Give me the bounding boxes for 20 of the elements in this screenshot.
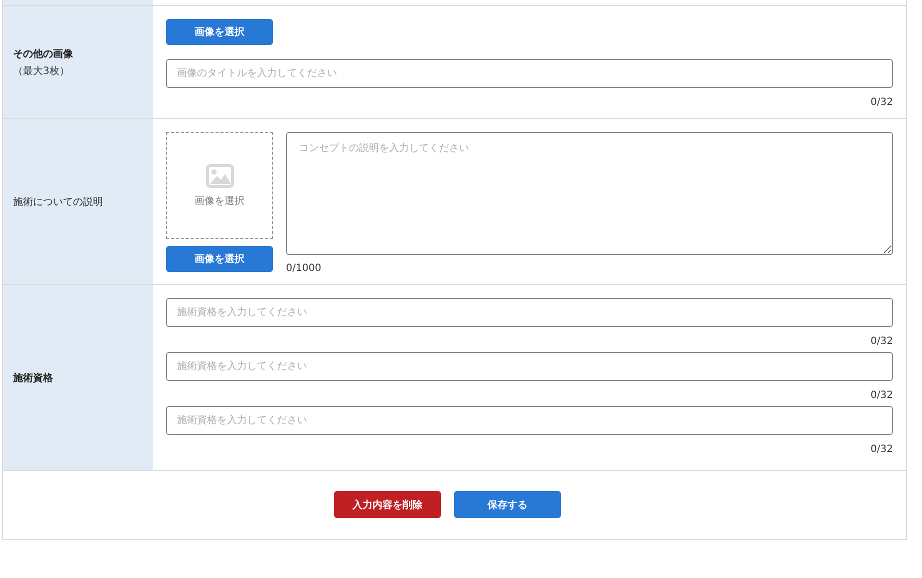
clear-button[interactable]: 入力内容を削除 (334, 491, 441, 518)
save-button[interactable]: 保存する (454, 491, 561, 518)
qualification-field[interactable]: 施術資格を入力してください (166, 352, 893, 381)
row-label: 施術についての説明 (13, 196, 103, 208)
select-image-button[interactable]: 画像を選択 (166, 246, 273, 272)
image-title-field[interactable]: 画像のタイトルを入力してください (166, 59, 893, 88)
qualification-field[interactable]: 施術資格を入力してください (166, 406, 893, 435)
character-counter: 0/32 (870, 444, 893, 455)
description-textarea[interactable]: コンセプトの説明を入力してください (286, 132, 893, 255)
image-dropzone[interactable]: 画像を選択 (166, 132, 273, 239)
row-label: 施術資格 (13, 372, 53, 384)
row-label: その他の画像 (13, 48, 73, 60)
character-counter: 0/32 (870, 390, 893, 401)
character-counter: 0/32 (870, 336, 893, 347)
qualification-field[interactable]: 施術資格を入力してください (166, 298, 893, 327)
image-icon (206, 164, 234, 188)
character-counter: 0/32 (870, 97, 893, 108)
character-counter: 0/1000 (286, 263, 322, 274)
select-image-button[interactable]: 画像を選択 (166, 19, 273, 45)
row-sublabel: （最大3枚） (13, 64, 70, 78)
